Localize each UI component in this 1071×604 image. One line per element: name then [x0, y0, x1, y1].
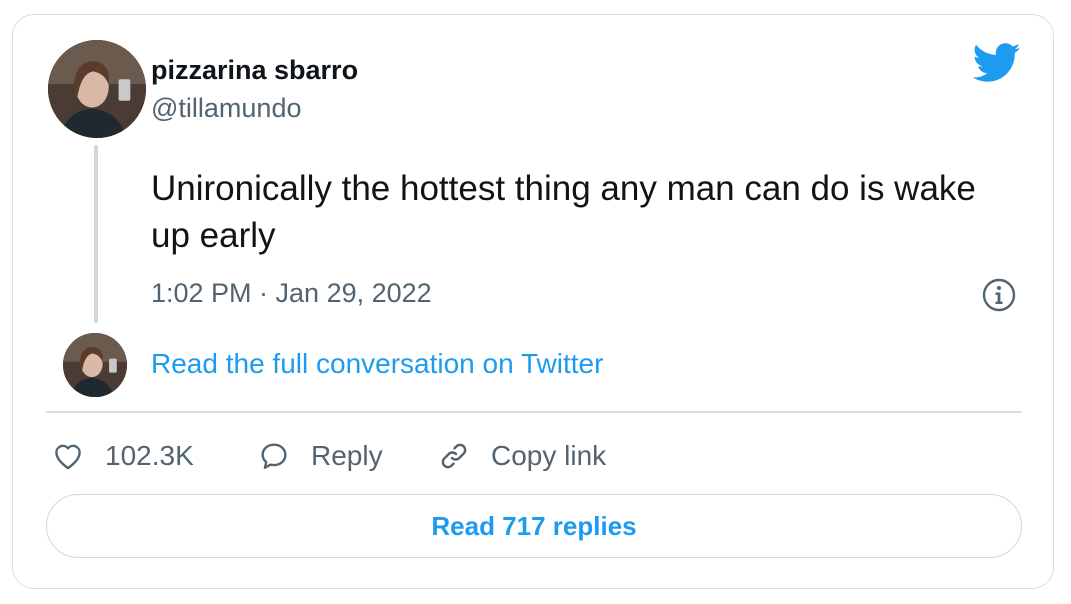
avatar-photo-icon [48, 40, 146, 138]
tweet-text: Unironically the hottest thing any man c… [151, 169, 976, 255]
twitter-bird-icon[interactable] [973, 43, 1021, 83]
author-display-name[interactable]: pizzarina sbarro [151, 55, 358, 86]
thread-connector-line [94, 145, 98, 323]
avatar-photo-icon [63, 333, 127, 397]
reply-label: Reply [311, 440, 383, 471]
divider [46, 411, 1022, 413]
author-handle[interactable]: @tillamundo [151, 93, 301, 124]
conversation-avatar[interactable] [63, 333, 127, 397]
tweet-timestamp[interactable]: 1:02 PM · Jan 29, 2022 [151, 278, 432, 309]
heart-icon [55, 444, 81, 470]
like-count: 102.3K [105, 440, 194, 471]
reply-button[interactable]: Reply [257, 436, 383, 476]
read-replies-button[interactable]: Read 717 replies [46, 494, 1022, 558]
like-button[interactable]: 102.3K [51, 436, 194, 476]
link-icon [441, 443, 467, 469]
tweet-card: pizzarina sbarro @tillamundo Unironicall… [12, 14, 1054, 589]
speech-bubble-icon [261, 443, 287, 469]
author-avatar[interactable] [48, 40, 146, 138]
read-full-conversation-link[interactable]: Read the full conversation on Twitter [151, 348, 603, 380]
copy-link-label: Copy link [491, 440, 607, 471]
info-icon[interactable] [981, 277, 1017, 313]
copy-link-button[interactable]: Copy link [437, 436, 606, 476]
